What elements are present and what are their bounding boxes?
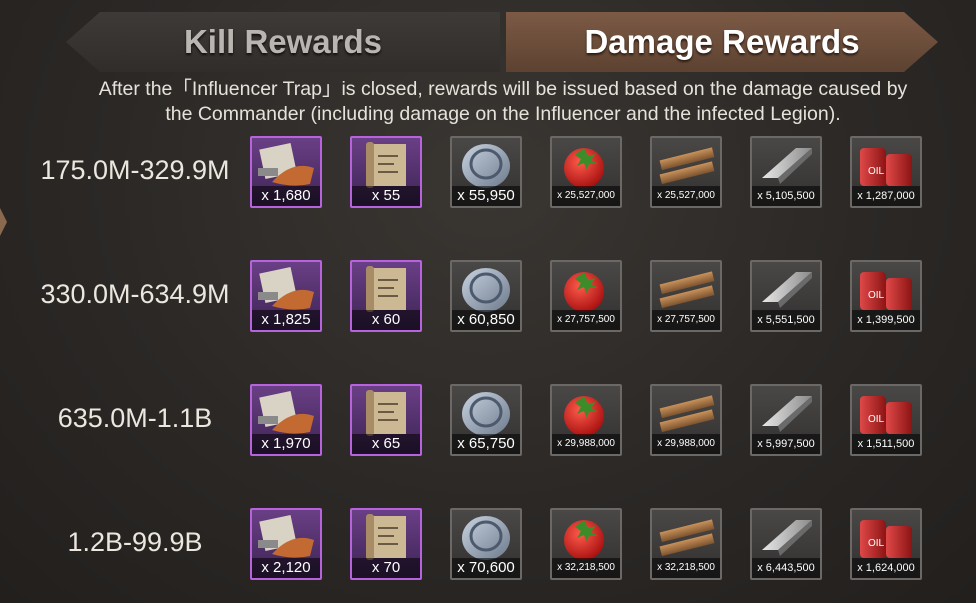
reward-item[interactable]: x 29,988,000 [550,384,622,456]
reward-item[interactable]: x 5,551,500 [750,260,822,332]
reward-quantity: x 32,218,500 [552,558,620,578]
reward-quantity: x 25,527,000 [552,186,620,206]
reward-quantity: x 1,970 [252,434,320,454]
reward-quantity: x 25,527,000 [652,186,720,206]
reward-item[interactable]: x 55 [350,136,422,208]
reward-item[interactable]: x 55,950 [450,136,522,208]
reward-quantity: x 1,624,000 [852,558,920,578]
reward-quantity: x 27,757,500 [652,310,720,330]
reward-row: 1.2B-99.9B x 2,120 x 70 x 70,600 x 32,218,50… [0,504,976,580]
reward-quantity: x 60 [352,310,420,330]
reward-quantity: x 1,399,500 [852,310,920,330]
reward-item[interactable]: x 29,988,000 [650,384,722,456]
reward-quantity: x 29,988,000 [552,434,620,454]
description-line-1: After the「Influencer Trap」is closed, rew… [98,78,908,100]
reward-item[interactable]: x 5,997,500 [750,384,822,456]
reward-item[interactable]: x 60 [350,260,422,332]
reward-item[interactable]: x 1,680 [250,136,322,208]
reward-item[interactable]: x 60,850 [450,260,522,332]
reward-item[interactable]: x 5,105,500 [750,136,822,208]
reward-item[interactable]: x 32,218,500 [550,508,622,580]
reward-quantity: x 1,287,000 [852,186,920,206]
reward-quantity: x 1,825 [252,310,320,330]
reward-quantity: x 55,950 [452,186,520,206]
reward-quantity: x 1,680 [252,186,320,206]
svg-text:OIL: OIL [868,414,885,425]
reward-quantity: x 5,105,500 [752,186,820,206]
reward-item[interactable]: x 6,443,500 [750,508,822,580]
tab-kill-rewards[interactable]: Kill Rewards [66,12,500,72]
reward-item[interactable]: x 65,750 [450,384,522,456]
reward-quantity: x 1,511,500 [852,434,920,454]
reward-quantity: x 70,600 [452,558,520,578]
reward-item[interactable]: x 32,218,500 [650,508,722,580]
reward-quantity: x 29,988,000 [652,434,720,454]
reward-quantity: x 60,850 [452,310,520,330]
tab-damage-label: Damage Rewards [584,23,860,60]
reward-item[interactable]: x 25,527,000 [550,136,622,208]
reward-item[interactable]: x 1,825 [250,260,322,332]
reward-row: 175.0M-329.9M x 1,680 x 55 x 55,950 x 25,527… [0,132,976,208]
reward-quantity: x 65,750 [452,434,520,454]
reward-quantity: x 5,997,500 [752,434,820,454]
reward-row: 330.0M-634.9M x 1,825 x 60 x 60,850 x 27,757… [0,256,976,332]
svg-text:OIL: OIL [868,290,885,301]
reward-quantity: x 65 [352,434,420,454]
reward-quantity: x 55 [352,186,420,206]
reward-quantity: x 2,120 [252,558,320,578]
reward-quantity: x 70 [352,558,420,578]
reward-item[interactable]: x 25,527,000 [650,136,722,208]
reward-quantity: x 6,443,500 [752,558,820,578]
tab-damage-rewards[interactable]: Damage Rewards [506,12,938,72]
reward-item[interactable]: x 70 [350,508,422,580]
reward-item[interactable]: x 27,757,500 [650,260,722,332]
damage-range-label: 1.2B-99.9B [67,526,203,557]
reward-item[interactable]: x 2,120 [250,508,322,580]
description-line-2: the Commander (including damage on the I… [165,103,841,125]
reward-item[interactable]: OIL x 1,511,500 [850,384,922,456]
svg-text:OIL: OIL [868,538,885,549]
reward-item[interactable]: x 27,757,500 [550,260,622,332]
reward-item[interactable]: OIL x 1,624,000 [850,508,922,580]
reward-quantity: x 32,218,500 [652,558,720,578]
reward-quantity: x 5,551,500 [752,310,820,330]
reward-quantity: x 27,757,500 [552,310,620,330]
left-edge-arrow-icon[interactable] [0,208,7,236]
reward-item[interactable]: x 70,600 [450,508,522,580]
reward-item[interactable]: x 1,970 [250,384,322,456]
tab-kill-label: Kill Rewards [183,23,383,60]
reward-item[interactable]: x 65 [350,384,422,456]
rewards-description: After the「Influencer Trap」is closed, rew… [28,77,976,127]
damage-range-label: 330.0M-634.9M [40,278,230,309]
svg-text:OIL: OIL [868,166,885,177]
damage-range-label: 635.0M-1.1B [57,402,213,433]
reward-tabs: Kill Rewards Damage Rewards [66,12,941,72]
damage-range-label: 175.0M-329.9M [40,154,230,185]
reward-item[interactable]: OIL x 1,399,500 [850,260,922,332]
reward-row: 635.0M-1.1B x 1,970 x 65 x 65,750 x 29,988,0… [0,380,976,456]
reward-item[interactable]: OIL x 1,287,000 [850,136,922,208]
